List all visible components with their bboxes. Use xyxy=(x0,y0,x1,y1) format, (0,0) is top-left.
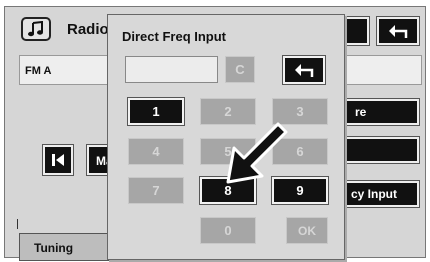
dialog-title: Direct Freq Input xyxy=(122,29,227,44)
seek-previous-button[interactable] xyxy=(42,144,74,176)
dark-option-button[interactable] xyxy=(344,136,420,164)
music-note-icon[interactable] xyxy=(21,17,51,41)
skip-previous-icon xyxy=(52,154,64,166)
back-button[interactable] xyxy=(376,16,420,46)
key-1[interactable]: 1 xyxy=(127,97,185,126)
key-4[interactable]: 4 xyxy=(128,138,184,165)
backspace-button[interactable] xyxy=(282,55,326,85)
tab-tuning[interactable]: Tuning xyxy=(19,233,114,261)
pointer-arrow-icon xyxy=(226,122,288,184)
clear-button[interactable]: C xyxy=(225,56,255,83)
frequency-display xyxy=(125,56,218,83)
page-title: Radio xyxy=(67,21,109,38)
return-arrow-icon xyxy=(295,64,314,77)
return-arrow-icon xyxy=(389,25,408,38)
divider xyxy=(17,219,18,229)
key-0[interactable]: 0 xyxy=(200,217,256,244)
store-button[interactable]: re xyxy=(344,98,420,126)
ok-button[interactable]: OK xyxy=(286,217,328,244)
direct-freq-input-button[interactable]: cy Input xyxy=(344,180,420,208)
key-7[interactable]: 7 xyxy=(128,177,184,204)
